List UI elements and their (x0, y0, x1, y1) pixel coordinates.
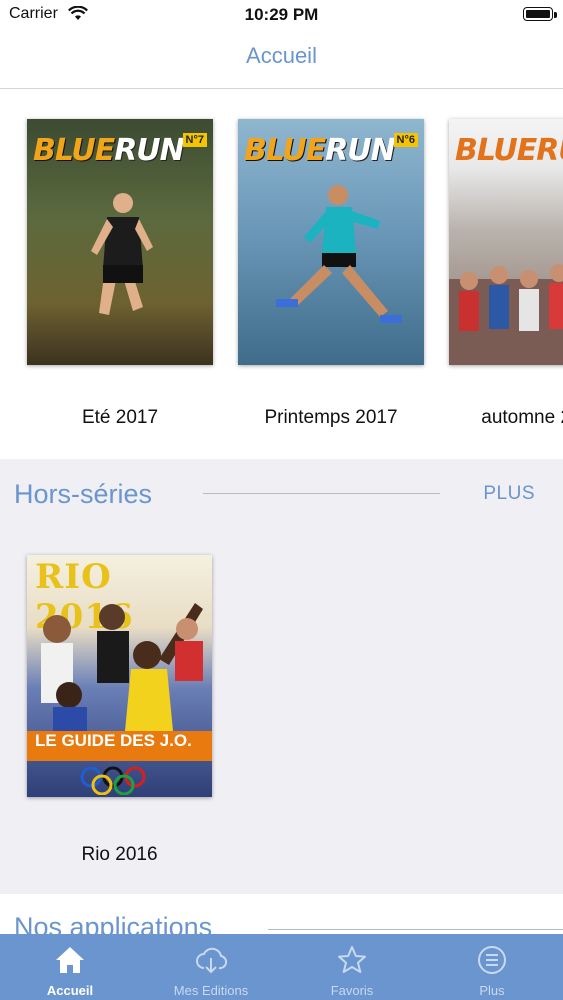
page-title: Accueil (246, 43, 317, 68)
athletes-photo (41, 603, 203, 731)
status-time: 10:29 PM (244, 5, 319, 24)
tab-mes-editions[interactable]: Mes Editions (141, 934, 281, 1000)
hors-serie-label: Rio 2016 (81, 844, 158, 865)
more-menu-icon (478, 946, 506, 974)
star-icon (338, 946, 366, 973)
cover-band: LE GUIDE DES J.O. (27, 731, 212, 753)
home-icon (56, 947, 84, 973)
applications-section: Nos applications (0, 894, 563, 934)
cover-masthead: BLUERUN (33, 133, 185, 168)
edition-label: Printemps 2017 (264, 407, 398, 428)
tab-accueil[interactable]: Accueil (0, 934, 140, 1000)
battery-icon (523, 7, 557, 21)
tab-favoris[interactable]: Favoris (282, 934, 422, 1000)
edition-card-1[interactable]: BLUERUN N°7 Eté 2017 (27, 89, 227, 459)
cover-masthead: BLUERUN (455, 133, 563, 168)
edition-card-2[interactable]: BLUERUN N°6 Printemps 2017 (238, 89, 438, 459)
section-divider (203, 493, 440, 494)
section-divider (268, 929, 563, 930)
edition-cover-image[interactable]: BLUERUN N°6 (238, 119, 424, 365)
tab-bar: Accueil Mes Editions Favoris Plus (0, 934, 563, 1000)
navigation-bar: Accueil (0, 30, 563, 89)
section-title: Hors-séries (14, 479, 153, 509)
edition-cover-image[interactable]: BLUERUN N°7 (27, 119, 213, 365)
issue-number: N°7 (182, 133, 207, 147)
cover-band-strip (27, 753, 212, 761)
edition-label: Eté 2017 (81, 407, 159, 428)
editions-carousel[interactable]: BLUERUN N°7 Eté 2017 BLUERUN N°6 Printem… (0, 89, 563, 459)
crowd-photo (449, 264, 563, 365)
edition-card-3[interactable]: BLUERUN automne 2016 (449, 89, 563, 459)
runner-photo (91, 193, 153, 315)
cover-masthead: BLUERUN (244, 133, 396, 168)
section-title: Nos applications (14, 912, 213, 934)
edition-label: automne 2016 (481, 407, 563, 428)
cloud-download-icon (196, 947, 227, 974)
olympic-rings-icon (80, 766, 146, 795)
tab-label: Accueil (46, 983, 94, 998)
hors-series-section: Hors-séries PLUS RIO 2016 LE GUIDE DES J… (0, 459, 563, 894)
more-button[interactable]: PLUS (483, 483, 535, 505)
tab-plus[interactable]: Plus (422, 934, 562, 1000)
status-bar: Carrier 10:29 PM (0, 0, 563, 30)
issue-number: N°6 (393, 133, 418, 147)
edition-cover-image[interactable]: BLUERUN (449, 119, 563, 365)
hors-serie-cover-image[interactable]: RIO 2016 LE GUIDE DES J.O. (27, 555, 212, 797)
tab-label: Favoris (330, 983, 374, 998)
tab-label: Plus (479, 983, 505, 998)
runner-photo (276, 185, 402, 323)
tab-label: Mes Editions (173, 983, 249, 998)
